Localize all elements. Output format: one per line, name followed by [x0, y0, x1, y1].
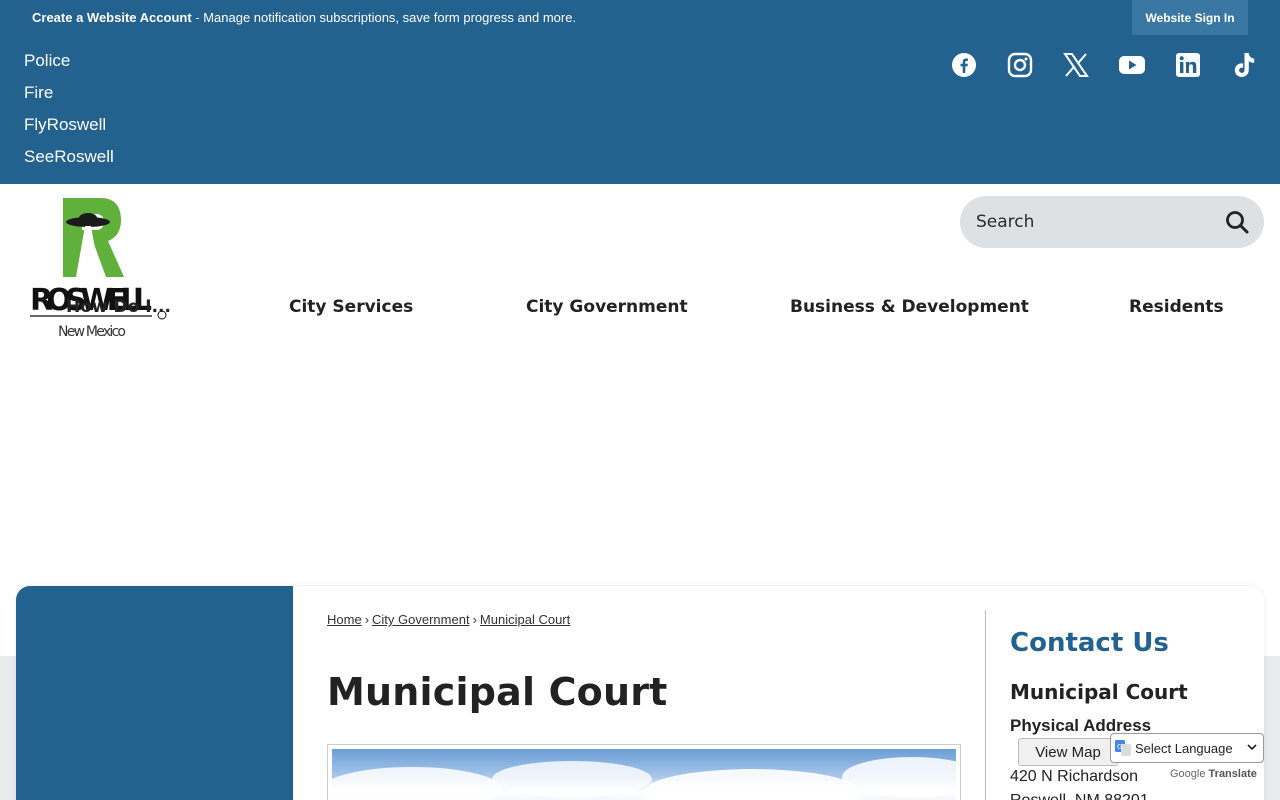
breadcrumb-separator: ›: [472, 612, 477, 627]
facebook-icon[interactable]: [948, 49, 980, 81]
search-box: [960, 196, 1264, 248]
tiktok-icon[interactable]: [1228, 49, 1260, 81]
account-message-text: - Manage notification subscriptions, sav…: [191, 10, 577, 25]
column-divider: [985, 610, 986, 800]
page-title: Municipal Court: [327, 670, 668, 714]
language-select-label: Select Language: [1135, 740, 1233, 756]
chevron-down-icon: [1247, 744, 1257, 751]
main-navigation: City Services City Government Business &…: [0, 297, 1280, 321]
nav-how-do-i[interactable]: How Do I...: [66, 297, 171, 317]
google-translate-icon: G: [1115, 740, 1131, 756]
nav-city-services[interactable]: City Services: [289, 297, 413, 317]
youtube-icon[interactable]: [1116, 49, 1148, 81]
account-message: Create a Website Account - Manage notifi…: [32, 10, 576, 25]
search-icon: [1226, 211, 1249, 234]
quick-links: Police Fire FlyRoswell SeeRoswell: [24, 51, 114, 179]
social-links: [948, 49, 1260, 81]
sign-in-button[interactable]: Website Sign In: [1132, 0, 1248, 35]
hero-image: [327, 744, 961, 800]
quick-link-fire[interactable]: Fire: [24, 83, 114, 115]
create-account-link[interactable]: Create a Website Account: [32, 10, 192, 25]
sky-photo: [332, 749, 956, 800]
breadcrumb-separator: ›: [364, 612, 370, 627]
nav-residents[interactable]: Residents: [1129, 297, 1224, 317]
powered-by-google-translate: Google Translate: [1170, 768, 1257, 780]
nav-city-government[interactable]: City Government: [526, 297, 688, 317]
svg-text:G: G: [1117, 743, 1122, 751]
quick-link-seeroswell[interactable]: SeeRoswell: [24, 147, 114, 179]
address-line-1: 420 N Richardson: [1010, 768, 1139, 785]
breadcrumb: Home › City Government › Municipal Court: [327, 612, 570, 627]
instagram-icon[interactable]: [1004, 49, 1036, 81]
address-line-2: Roswell, NM 88201: [1010, 792, 1149, 800]
search-input[interactable]: [976, 210, 1216, 234]
language-select[interactable]: G Select Language: [1110, 733, 1264, 763]
contact-organization: Municipal Court: [1010, 680, 1188, 704]
breadcrumb-home[interactable]: Home: [327, 612, 362, 627]
search-button[interactable]: [1224, 209, 1250, 235]
content-card: Home › City Government › Municipal Court Mun…: [16, 586, 1264, 800]
breadcrumb-municipal-court[interactable]: Municipal Court: [480, 612, 570, 627]
utility-band: Police Fire FlyRoswell SeeRoswell: [0, 35, 1280, 184]
side-navigation: [16, 586, 293, 800]
google-wordmark: Google: [1170, 768, 1206, 780]
view-map-button[interactable]: View Map: [1018, 738, 1118, 766]
quick-link-flyroswell[interactable]: FlyRoswell: [24, 115, 114, 147]
account-bar: Create a Website Account - Manage notifi…: [0, 0, 1280, 35]
breadcrumb-city-government[interactable]: City Government: [372, 612, 470, 627]
linkedin-icon[interactable]: [1172, 49, 1204, 81]
quick-link-police[interactable]: Police: [24, 51, 114, 83]
contact-heading: Contact Us: [1010, 628, 1169, 658]
translate-link[interactable]: Translate: [1209, 768, 1257, 780]
x-icon[interactable]: [1060, 49, 1092, 81]
roswell-logo[interactable]: ROSWELL New Mexico: [28, 196, 173, 344]
nav-business-development[interactable]: Business & Development: [790, 297, 1029, 317]
svg-text:New Mexico: New Mexico: [58, 324, 126, 340]
